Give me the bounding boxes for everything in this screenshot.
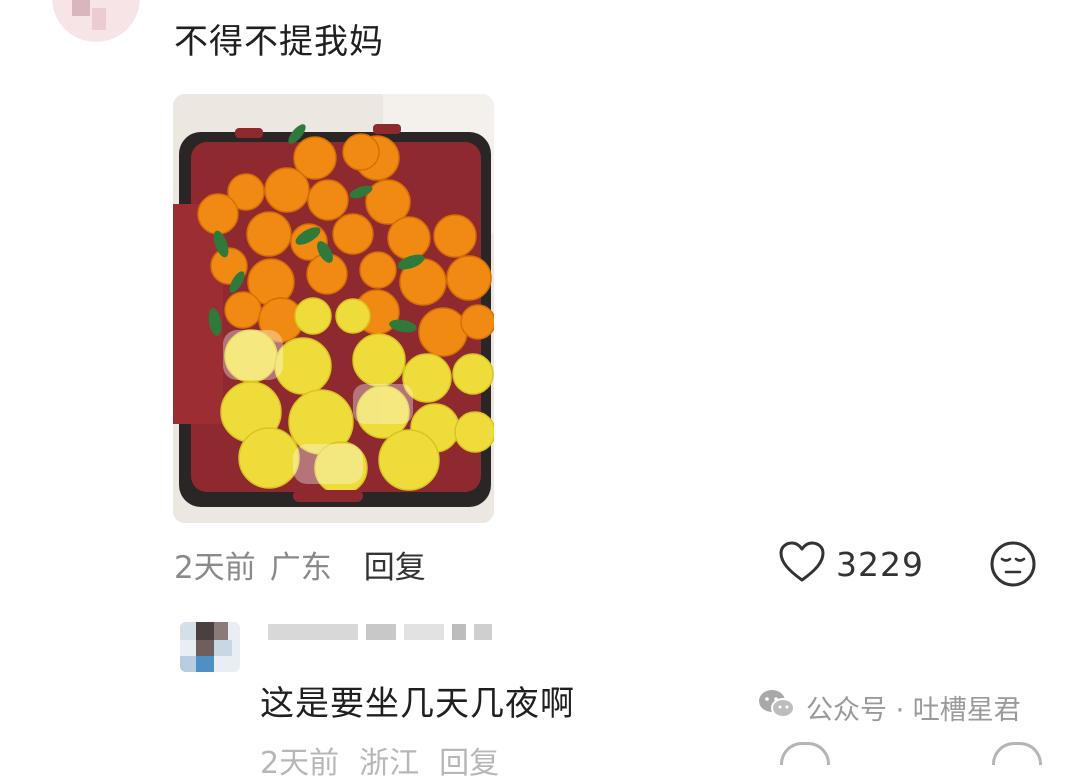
wechat-icon bbox=[758, 688, 796, 727]
reply-text: 这是要坐几天几夜啊 bbox=[260, 684, 575, 724]
comment-meta: 2天前 广东 回复 bbox=[174, 542, 426, 587]
like-button[interactable]: 3229 bbox=[778, 540, 924, 588]
watermark-text: 公众号 · 吐槽星君 bbox=[806, 695, 1021, 726]
neutral-face-icon[interactable] bbox=[989, 541, 1037, 592]
comment-photo[interactable] bbox=[173, 94, 494, 523]
like-count: 3229 bbox=[836, 544, 924, 584]
avatar[interactable] bbox=[52, 0, 140, 42]
watermark: 公众号 · 吐槽星君 bbox=[758, 688, 1021, 727]
reply-button[interactable]: 回复 bbox=[364, 542, 426, 587]
comment-text: 不得不提我妈 bbox=[174, 22, 384, 62]
heart-icon[interactable] bbox=[780, 742, 830, 765]
neutral-face-icon[interactable] bbox=[992, 742, 1042, 765]
reply-username-blurred bbox=[268, 624, 492, 640]
reply-meta: 2天前 浙江 回复 bbox=[260, 738, 499, 782]
comment-location: 广东 bbox=[269, 550, 332, 586]
reply-reply-button[interactable]: 回复 bbox=[439, 738, 499, 782]
reply-avatar[interactable] bbox=[180, 622, 240, 672]
heart-icon[interactable] bbox=[778, 540, 826, 588]
emoji-reaction-button[interactable] bbox=[989, 540, 1037, 592]
reply-time: 2天前 bbox=[260, 746, 340, 781]
comment-time: 2天前 bbox=[174, 550, 256, 586]
reply-location: 浙江 bbox=[359, 746, 420, 781]
